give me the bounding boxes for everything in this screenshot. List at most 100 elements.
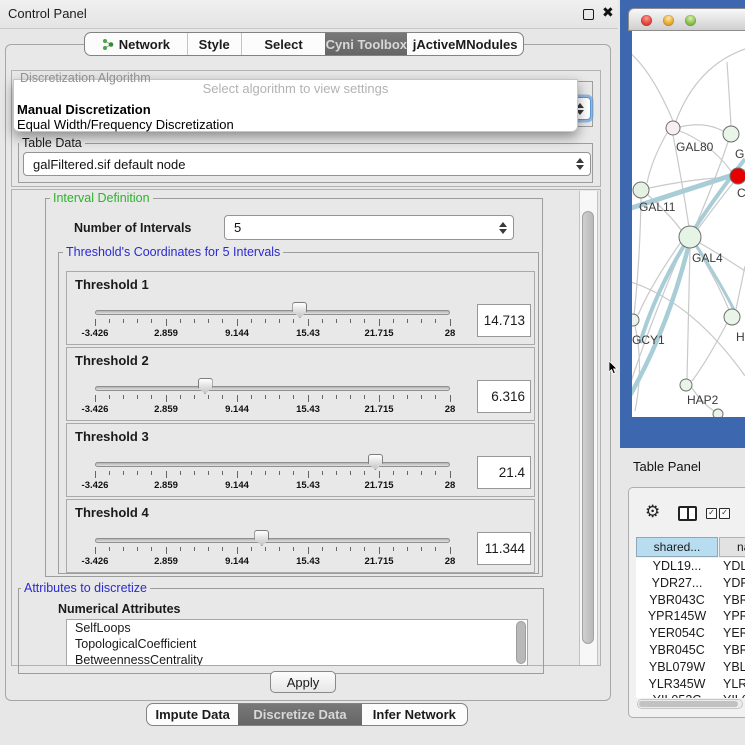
cell-name: YIL0 <box>719 692 745 698</box>
attribute-list-item[interactable]: BetweennessCentrality <box>67 652 527 666</box>
settings-gear-icon[interactable]: ⚙ <box>645 502 660 522</box>
checked-box-icon[interactable]: ✓ <box>706 508 717 519</box>
network-canvas[interactable]: GAL80GCGAL11GAL4HGCY1HAP2 <box>632 31 745 417</box>
network-edge[interactable] <box>736 266 745 309</box>
table-row[interactable]: YBL079WYBL0 <box>636 659 745 676</box>
table-row[interactable]: YBR045CYBR0 <box>636 642 745 659</box>
table-row[interactable]: YIL052CYIL0 <box>636 692 745 698</box>
network-edge[interactable] <box>680 125 723 131</box>
slider-tick <box>350 471 351 475</box>
interval-definition-group: Interval Definition Number of Intervals … <box>45 198 543 577</box>
numerical-attributes-list[interactable]: SelfLoopsTopologicalCoefficientBetweenne… <box>66 619 528 666</box>
network-thick-edge[interactable] <box>632 248 688 399</box>
dropdown-option-manual[interactable]: Manual Discretization <box>17 102 574 117</box>
slider-tick-label: 21.715 <box>357 404 401 415</box>
table-hscrollbar-thumb[interactable] <box>639 701 738 707</box>
dropdown-option-equal-width[interactable]: Equal Width/Frequency Discretization <box>17 117 574 132</box>
slider-tick <box>421 319 422 323</box>
threshold-slider-track[interactable] <box>95 538 450 543</box>
threshold-slider-track[interactable] <box>95 310 450 315</box>
tab-impute-data[interactable]: Impute Data <box>147 704 238 725</box>
attribute-list-item[interactable]: TopologicalCoefficient <box>67 636 527 652</box>
table-hscrollbar[interactable] <box>637 699 743 709</box>
threshold-value-field[interactable]: 14.713 <box>477 304 531 337</box>
slider-tick <box>95 319 96 326</box>
threshold-slider-track[interactable] <box>95 462 450 467</box>
column-header-shared[interactable]: shared... <box>636 537 718 557</box>
slider-tick <box>364 395 365 399</box>
slider-tick <box>237 547 238 554</box>
slider-tick <box>166 547 167 554</box>
network-node-label: G <box>735 147 744 161</box>
tab-cyni-toolbox[interactable]: Cyni Toolbox <box>325 33 407 55</box>
slider-tick <box>265 395 266 399</box>
column-header-name[interactable]: name <box>719 537 745 557</box>
number-of-intervals-combobox[interactable]: 5 <box>224 215 514 240</box>
network-edge[interactable] <box>698 183 733 229</box>
slider-tick <box>151 471 152 475</box>
network-node[interactable] <box>632 314 639 326</box>
network-node[interactable] <box>666 121 680 135</box>
cell-shared-name: YPR145W <box>636 608 718 625</box>
close-traffic-light-icon[interactable] <box>641 15 652 26</box>
apply-button[interactable]: Apply <box>270 671 336 693</box>
table-row[interactable]: YDL19...YDL1 <box>636 558 745 575</box>
slider-tick <box>237 319 238 326</box>
threshold-slider-thumb[interactable] <box>292 302 307 318</box>
table-data-value: galFiltered.sif default node <box>33 153 185 175</box>
network-node-label: GAL11 <box>639 200 676 214</box>
zoom-traffic-light-icon[interactable] <box>685 15 696 26</box>
table-row[interactable]: YDR27...YDR2 <box>636 575 745 592</box>
network-edge[interactable] <box>632 51 673 121</box>
tab-discretize-data[interactable]: Discretize Data <box>238 704 361 725</box>
table-row[interactable]: YBR043CYBR0 <box>636 592 745 609</box>
table-row[interactable]: YER054CYER0 <box>636 625 745 642</box>
checked-box-icon[interactable]: ✓ <box>719 508 730 519</box>
slider-tick <box>109 395 110 399</box>
slider-tick <box>194 471 195 475</box>
network-edge[interactable] <box>634 198 641 315</box>
network-node-label: H <box>736 330 745 344</box>
threshold-value-field[interactable]: 6.316 <box>477 380 531 413</box>
tab-jactivemnodules[interactable]: jActiveMNodules <box>407 33 523 55</box>
table-data-combobox[interactable]: galFiltered.sif default node <box>23 152 591 176</box>
network-edge[interactable] <box>692 323 727 381</box>
slider-tick-label: -3.426 <box>73 404 117 415</box>
network-node[interactable] <box>679 226 701 248</box>
network-node[interactable] <box>713 409 723 417</box>
threshold-slider-thumb[interactable] <box>368 454 383 470</box>
threshold-slider-thumb[interactable] <box>198 378 213 394</box>
network-edge[interactable] <box>647 133 667 183</box>
network-window-titlebar[interactable] <box>628 8 745 31</box>
tab-network[interactable]: Network <box>85 33 187 55</box>
tab-select-label: Select <box>264 37 302 52</box>
network-edge[interactable] <box>676 49 745 121</box>
network-thick-edge[interactable] <box>640 263 674 343</box>
panel-scrollbar-thumb[interactable] <box>582 211 594 644</box>
network-edge[interactable] <box>727 62 731 126</box>
tab-select[interactable]: Select <box>241 33 326 55</box>
tab-infer-network[interactable]: Infer Network <box>362 704 467 725</box>
tab-style[interactable]: Style <box>187 33 241 55</box>
network-node[interactable] <box>723 126 739 142</box>
slider-tick <box>180 547 181 551</box>
slider-tick <box>421 471 422 475</box>
threshold-value-field[interactable]: 21.4 <box>477 456 531 489</box>
list-scrollbar[interactable] <box>516 621 526 664</box>
attribute-list-item[interactable]: SelfLoops <box>67 620 527 636</box>
table-row[interactable]: YPR145WYPR1 <box>636 608 745 625</box>
network-node[interactable] <box>724 309 740 325</box>
split-view-icon[interactable] <box>678 506 697 521</box>
interval-definition-title: Interval Definition <box>50 191 153 205</box>
float-window-icon[interactable] <box>583 9 594 20</box>
table-row[interactable]: YLR345WYLR3 <box>636 676 745 693</box>
network-node[interactable] <box>730 168 745 184</box>
threshold-slider-track[interactable] <box>95 386 450 391</box>
network-node[interactable] <box>680 379 692 391</box>
tab-network-label: Network <box>119 37 170 52</box>
network-node[interactable] <box>633 182 649 198</box>
close-icon[interactable]: ✖ <box>602 4 614 21</box>
threshold-value-field[interactable]: 11.344 <box>477 532 531 565</box>
threshold-slider-thumb[interactable] <box>254 530 269 546</box>
minimize-traffic-light-icon[interactable] <box>663 15 674 26</box>
